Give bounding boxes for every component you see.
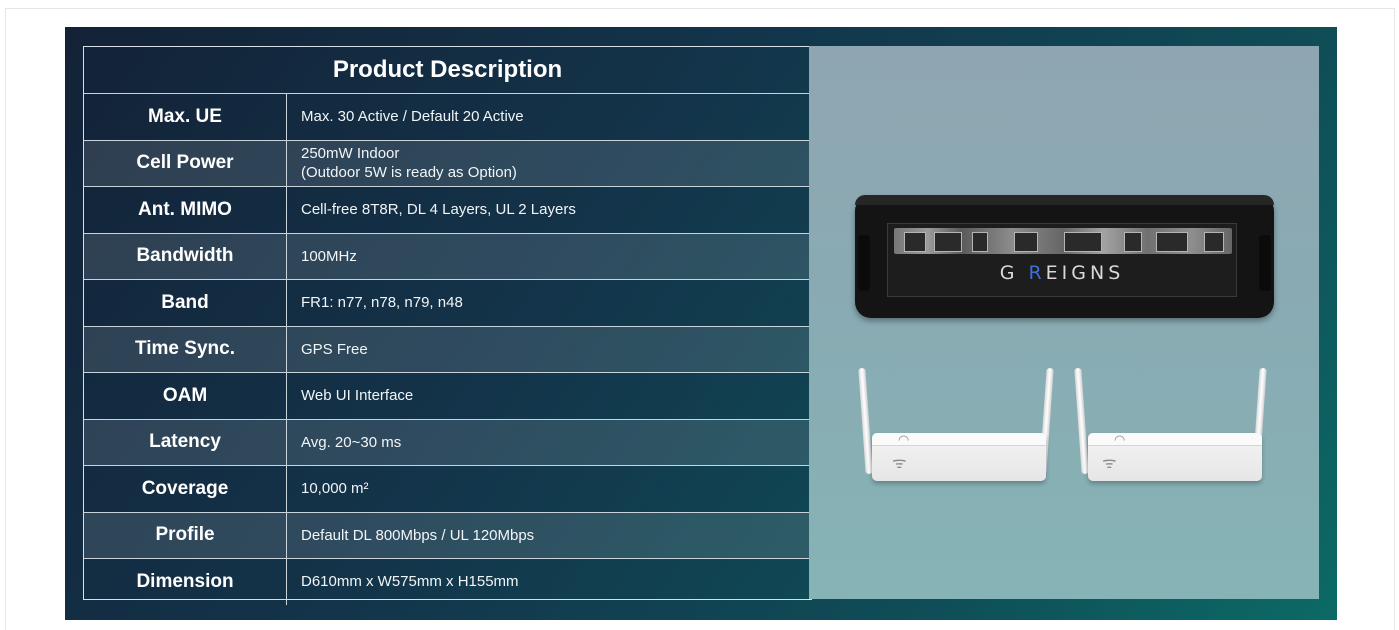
row-label: Max. UE [84, 94, 287, 140]
server-left-handle [858, 235, 870, 291]
row-value: D610mm x W575mm x H155mm [301, 573, 519, 591]
port-icon [1124, 232, 1142, 252]
wifi-icon: ◠ [1114, 432, 1126, 447]
wifi-icon: ◠ [898, 432, 910, 447]
row-label: Latency [84, 419, 287, 465]
row-label: Time Sync. [84, 326, 287, 372]
server-rear-panel: G REIGNS [887, 223, 1237, 297]
port-icon [1156, 232, 1188, 252]
radio-unit-image: ◠ ᯤ [872, 432, 1046, 481]
table-row: OAM Web UI Interface [84, 373, 811, 420]
row-value: GPS Free [301, 340, 368, 358]
row-label: Ant. MIMO [84, 187, 287, 233]
row-value: Default DL 800Mbps / UL 120Mbps [301, 526, 535, 544]
row-label: Profile [84, 512, 287, 558]
table-row: Ant. MIMO Cell-free 8T8R, DL 4 Layers, U… [84, 187, 811, 234]
radio-unit-image: ◠ ᯤ [1088, 432, 1262, 481]
product-description-table: Product Description Max. UE Max. 30 Acti… [83, 46, 812, 605]
row-label: OAM [84, 373, 287, 419]
row-label: Coverage [84, 466, 287, 512]
port-icon [1204, 232, 1224, 252]
row-label: Cell Power [84, 140, 287, 186]
row-value: Max. 30 Active / Default 20 Active [301, 108, 524, 126]
row-value: FR1: n77, n78, n79, n48 [301, 294, 463, 312]
row-label: Band [84, 280, 287, 326]
table-row: Dimension D610mm x W575mm x H155mm [84, 559, 811, 605]
table-row: Band FR1: n77, n78, n79, n48 [84, 280, 811, 327]
wifi-icon: ᯤ [1102, 455, 1117, 472]
row-value: Avg. 20~30 ms [301, 433, 402, 451]
row-value: Cell-free 8T8R, DL 4 Layers, UL 2 Layers [301, 201, 576, 219]
port-icon [1014, 232, 1038, 252]
table-row: Coverage 10,000 m² [84, 466, 811, 513]
table-title: Product Description [84, 47, 811, 94]
table-row: Time Sync. GPS Free [84, 326, 811, 373]
server-right-handle [1259, 235, 1271, 291]
row-value: 100MHz [301, 247, 357, 265]
row-value: Web UI Interface [301, 387, 414, 405]
table-row: Bandwidth 100MHz [84, 233, 811, 280]
port-icon [972, 232, 988, 252]
server-port-strip [894, 228, 1232, 254]
server-unit-image: G REIGNS [855, 195, 1274, 318]
row-label: Bandwidth [84, 233, 287, 279]
row-value: 10,000 m² [301, 480, 369, 498]
row-value: 250mW Indoor (Outdoor 5W is ready as Opti… [301, 145, 517, 182]
brand-logo: G REIGNS [999, 262, 1125, 284]
table-row: Cell Power 250mW Indoor (Outdoor 5W is re… [84, 140, 811, 187]
port-icon [904, 232, 926, 252]
server-top-rim [855, 195, 1274, 205]
table-row: Latency Avg. 20~30 ms [84, 419, 811, 466]
table-row: Max. UE Max. 30 Active / Default 20 Acti… [84, 94, 811, 141]
port-icon [1064, 232, 1102, 252]
table-row: Profile Default DL 800Mbps / UL 120Mbps [84, 512, 811, 559]
wifi-icon: ᯤ [892, 455, 907, 472]
port-icon [934, 232, 962, 252]
row-label: Dimension [84, 559, 287, 605]
product-photo [809, 46, 1319, 599]
